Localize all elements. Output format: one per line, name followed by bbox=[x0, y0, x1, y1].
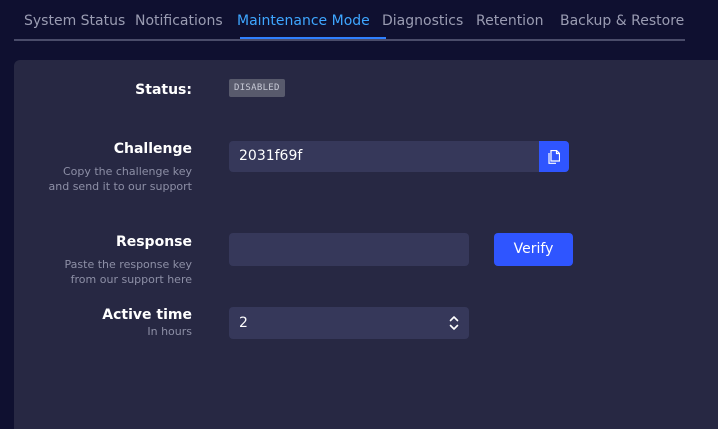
maintenance-mode-panel: Status: DISABLED Challenge Copy the chal… bbox=[14, 60, 718, 429]
response-hint-line1: Paste the response key bbox=[64, 258, 192, 271]
tab-retention[interactable]: Retention bbox=[476, 12, 544, 30]
challenge-field[interactable]: 2031f69f bbox=[229, 141, 569, 172]
tab-diagnostics[interactable]: Diagnostics bbox=[382, 12, 463, 30]
response-row: Response Paste the response key from our… bbox=[24, 233, 192, 293]
status-label: Status: bbox=[135, 82, 192, 98]
active-tab-indicator bbox=[240, 37, 386, 39]
challenge-hint-line1: Copy the challenge key bbox=[62, 165, 192, 178]
tab-system-status[interactable]: System Status bbox=[24, 12, 125, 30]
tab-bar: System Status Notifications Maintenance … bbox=[14, 0, 685, 41]
status-badge: DISABLED bbox=[229, 79, 285, 97]
tab-backup-restore[interactable]: Backup & Restore bbox=[560, 12, 684, 30]
tab-maintenance-mode[interactable]: Maintenance Mode bbox=[237, 12, 370, 30]
response-hint-line2: from our support here bbox=[70, 273, 192, 286]
up-down-chevron-icon[interactable] bbox=[449, 315, 459, 331]
status-row: Status: bbox=[24, 81, 192, 99]
response-input[interactable] bbox=[229, 233, 469, 266]
verify-button[interactable]: Verify bbox=[494, 233, 573, 266]
active-time-select[interactable]: 2 bbox=[229, 307, 469, 339]
challenge-value: 2031f69f bbox=[239, 148, 303, 164]
active-time-row: Active time In hours bbox=[24, 306, 192, 342]
active-time-hint: In hours bbox=[147, 325, 192, 338]
response-label: Response bbox=[115, 234, 192, 250]
active-time-value: 2 bbox=[239, 315, 248, 331]
copy-icon bbox=[548, 149, 560, 164]
tab-notifications[interactable]: Notifications bbox=[135, 12, 223, 30]
active-time-label: Active time bbox=[102, 307, 192, 323]
copy-challenge-button[interactable] bbox=[539, 141, 569, 172]
challenge-row: Challenge Copy the challenge key and sen… bbox=[24, 140, 193, 200]
challenge-hint-line2: and send it to our support bbox=[48, 180, 193, 193]
challenge-label: Challenge bbox=[113, 141, 192, 157]
